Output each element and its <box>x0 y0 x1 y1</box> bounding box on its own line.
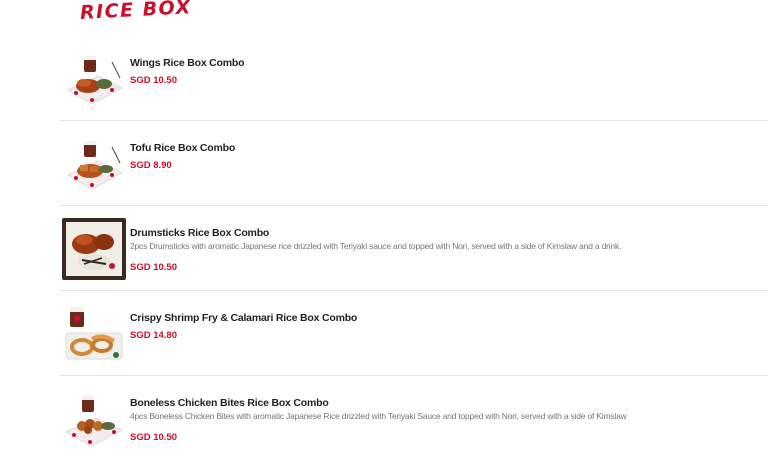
item-info: Wings Rice Box Combo SGD 10.50 <box>130 56 768 87</box>
item-price: SGD 10.50 <box>130 75 177 86</box>
wings-rice-box-photo[interactable] <box>62 48 126 110</box>
section-title: RICE BOX <box>79 0 193 24</box>
item-price: SGD 10.50 <box>130 432 177 443</box>
menu-item-drumsticks[interactable]: Drumsticks Rice Box Combo 2pcs Drumstick… <box>60 206 768 291</box>
item-info: Tofu Rice Box Combo SGD 8.90 <box>130 141 768 172</box>
item-name[interactable]: Wings Rice Box Combo <box>130 56 768 70</box>
tofu-rice-box-photo[interactable] <box>62 133 126 195</box>
drumsticks-rice-box-photo[interactable] <box>62 218 126 280</box>
item-description: 4pcs Boneless Chicken Bites with aromati… <box>130 411 627 421</box>
item-price: SGD 14.80 <box>130 330 177 341</box>
item-info: Drumsticks Rice Box Combo 2pcs Drumstick… <box>130 226 768 274</box>
item-info: Crispy Shrimp Fry & Calamari Rice Box Co… <box>130 311 768 342</box>
menu-item-wings[interactable]: Wings Rice Box Combo SGD 10.50 <box>60 36 768 121</box>
shrimp-calamari-rice-box-photo[interactable] <box>62 303 126 365</box>
boneless-chicken-rice-box-photo[interactable] <box>62 388 126 450</box>
item-price: SGD 8.90 <box>130 160 172 171</box>
item-name[interactable]: Drumsticks Rice Box Combo <box>130 226 768 240</box>
menu-item-shrimp-calamari[interactable]: Crispy Shrimp Fry & Calamari Rice Box Co… <box>60 291 768 376</box>
menu-item-tofu[interactable]: Tofu Rice Box Combo SGD 8.90 <box>60 121 768 206</box>
menu-list: Wings Rice Box Combo SGD 10.50 Tofu Rice… <box>60 36 768 451</box>
item-description: 2pcs Drumsticks with aromatic Japanese r… <box>130 241 622 251</box>
item-info: Boneless Chicken Bites Rice Box Combo 4p… <box>130 396 768 444</box>
item-price: SGD 10.50 <box>130 262 177 273</box>
item-name[interactable]: Boneless Chicken Bites Rice Box Combo <box>130 396 768 410</box>
menu-item-boneless-chicken[interactable]: Boneless Chicken Bites Rice Box Combo 4p… <box>60 376 768 451</box>
item-name[interactable]: Crispy Shrimp Fry & Calamari Rice Box Co… <box>130 311 768 325</box>
item-name[interactable]: Tofu Rice Box Combo <box>130 141 768 155</box>
